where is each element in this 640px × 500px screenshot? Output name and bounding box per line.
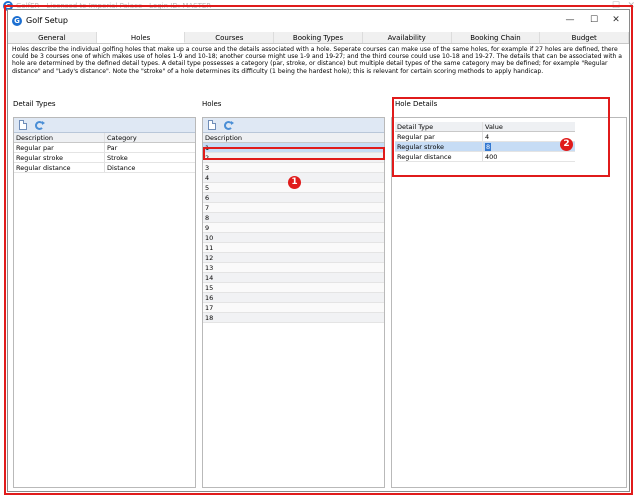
- highlight-window-frame: [4, 5, 633, 495]
